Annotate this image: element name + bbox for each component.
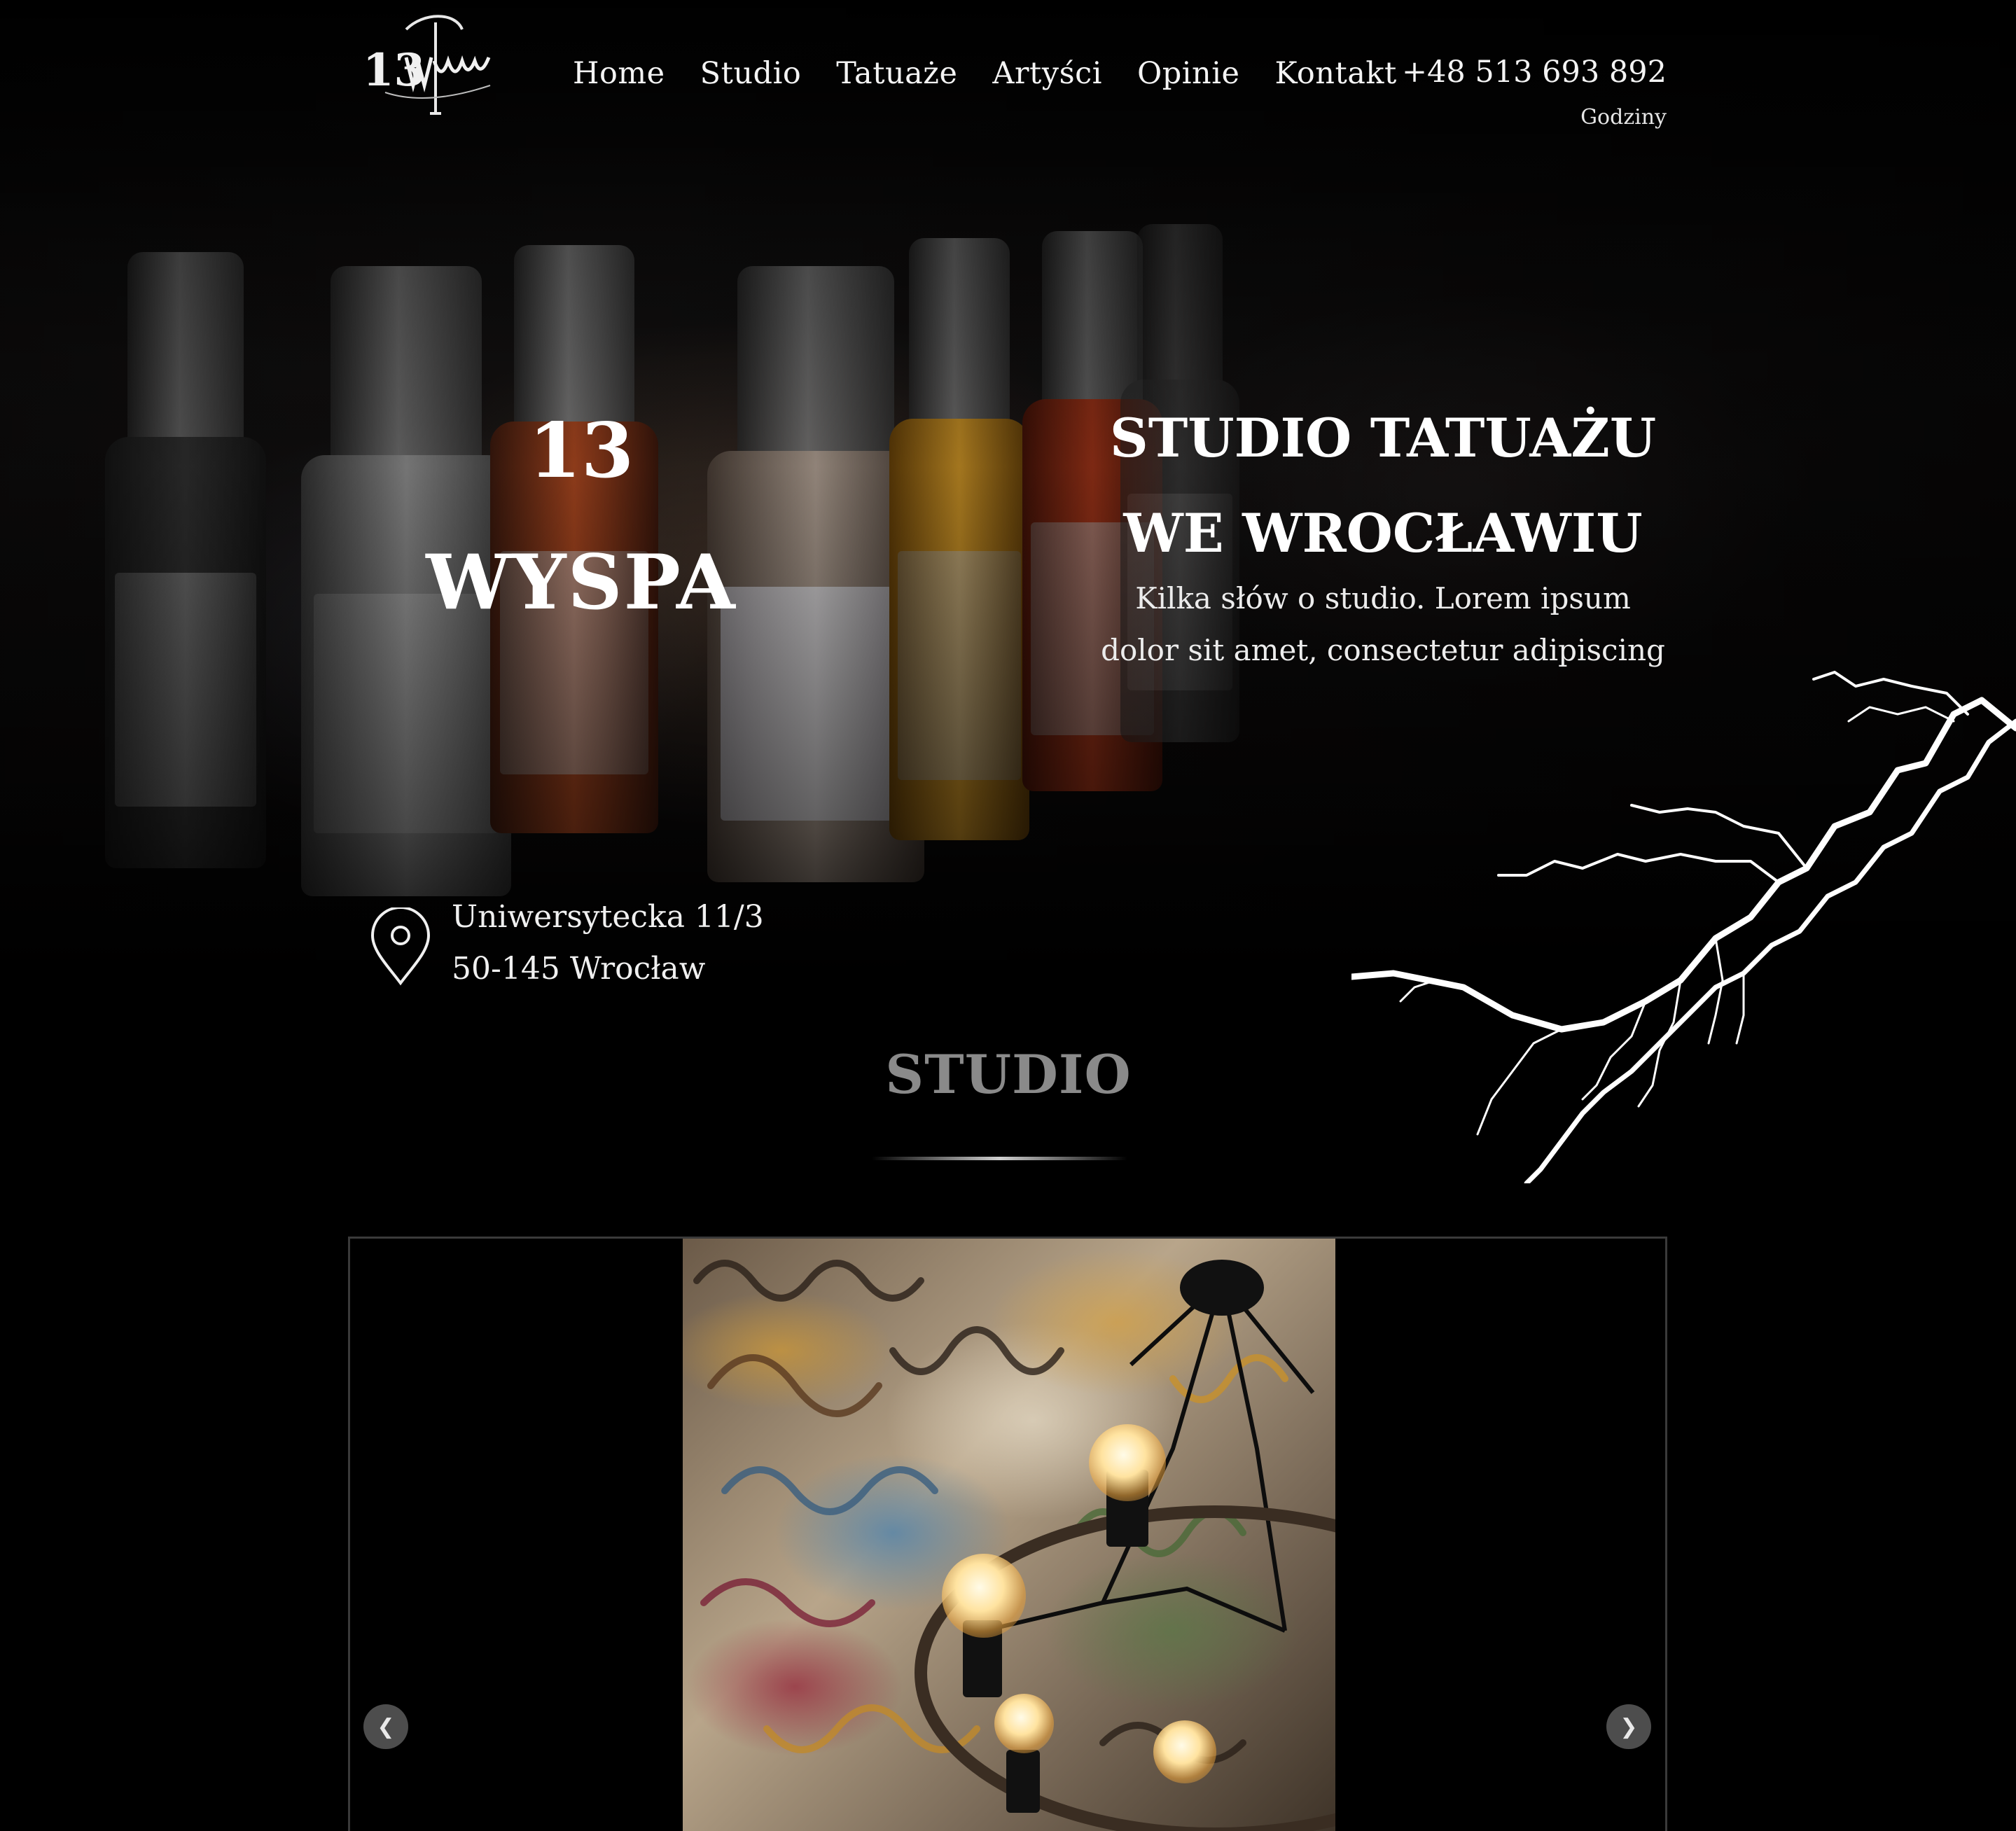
logo[interactable]: 13 (357, 8, 504, 134)
chevron-right-icon: ❯ (1620, 1714, 1638, 1739)
gallery-prev-button[interactable]: ❮ (363, 1704, 408, 1749)
hero-studio-number: 13 (528, 407, 634, 495)
section-title-studio: STUDIO (885, 1043, 1132, 1106)
lightning-decoration (1351, 671, 2016, 1183)
opening-hours-link[interactable]: Godziny (1580, 105, 1667, 130)
map-pin-icon (367, 906, 434, 986)
nav-link-tatuaze[interactable]: Tatuaże (836, 56, 957, 91)
light-bulb (994, 1694, 1054, 1753)
nav-link-opinie[interactable]: Opinie (1137, 56, 1239, 91)
gallery-next-button[interactable]: ❯ (1606, 1704, 1651, 1749)
light-bulb (1153, 1720, 1216, 1783)
nav-link-home[interactable]: Home (573, 56, 665, 91)
hero-studio-name: WYSPA (426, 538, 737, 627)
hero-description-line-1: Kilka słów o studio. Lorem ipsum (1135, 581, 1631, 615)
address-street: Uniwersytecka 11/3 (452, 899, 764, 935)
studio-gallery-slider[interactable] (348, 1237, 1667, 1831)
light-bulb (942, 1554, 1026, 1638)
hero-heading-line-2: WE WROCŁAWIU (1123, 502, 1643, 564)
nav-link-kontakt[interactable]: Kontakt (1274, 56, 1396, 91)
nav-link-artysci[interactable]: Artyści (992, 56, 1102, 91)
chevron-left-icon: ❮ (377, 1714, 395, 1739)
light-bulb (1089, 1424, 1166, 1501)
gallery-photo (683, 1239, 1335, 1831)
nav-link-studio[interactable]: Studio (700, 56, 802, 91)
phone-number-link[interactable]: +48 513 693 892 (1402, 55, 1667, 90)
hero-heading: STUDIO TATUAŻU WE WROCŁAWIU (1092, 391, 1674, 581)
page: 13 Home Studio Tatuaże Artyści Opinie Ko… (0, 0, 2016, 1831)
main-navigation: Home Studio Tatuaże Artyści Opinie Konta… (573, 56, 1432, 91)
hero-heading-line-1: STUDIO TATUAŻU (1109, 407, 1657, 469)
logo-graphic: 13 (363, 15, 491, 115)
section-divider (872, 1157, 1127, 1160)
lamp-socket (1006, 1750, 1040, 1813)
address-city: 50-145 Wrocław (452, 951, 706, 987)
